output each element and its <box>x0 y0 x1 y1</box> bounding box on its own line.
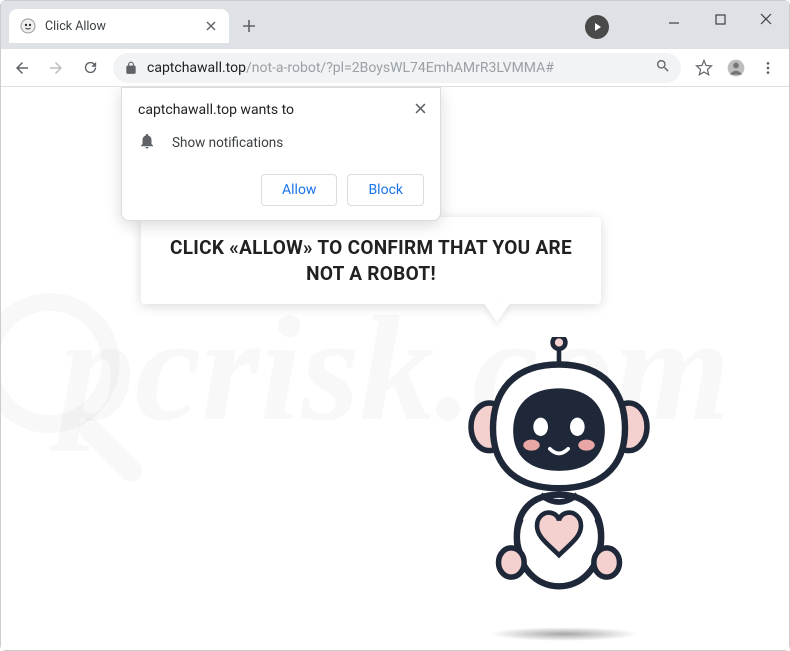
allow-button[interactable]: Allow <box>261 174 337 206</box>
tab-close-icon[interactable] <box>203 18 219 34</box>
kebab-menu-icon[interactable] <box>753 53 783 83</box>
window-close-button[interactable] <box>743 1 789 37</box>
nav-reload-button[interactable] <box>75 53 105 83</box>
bookmark-star-icon[interactable] <box>689 53 719 83</box>
window-titlebar: Click Allow <box>1 1 789 49</box>
url-text: captchawall.top/not-a-robot/?pl=2BoysWL7… <box>147 60 647 76</box>
permission-label: Show notifications <box>172 135 283 151</box>
browser-tab-active[interactable]: Click Allow <box>9 9 229 43</box>
bell-icon <box>138 132 156 154</box>
browser-toolbar: captchawall.top/not-a-robot/?pl=2BoysWL7… <box>1 49 789 87</box>
block-button[interactable]: Block <box>347 174 424 206</box>
robot-shadow <box>489 627 639 641</box>
new-tab-button[interactable] <box>235 12 263 40</box>
search-in-page-icon[interactable] <box>655 58 671 78</box>
lock-icon <box>123 60 139 76</box>
speech-message: CLICK «ALLOW» TO CONFIRM THAT YOU ARE NO… <box>167 235 575 286</box>
permission-row: Show notifications <box>138 132 424 154</box>
window-maximize-button[interactable] <box>697 1 743 37</box>
speech-bubble: CLICK «ALLOW» TO CONFIRM THAT YOU ARE NO… <box>141 217 601 304</box>
address-bar[interactable]: captchawall.top/not-a-robot/?pl=2BoysWL7… <box>113 53 681 83</box>
page-content: pcrisk.com captchawall.top wants to Show… <box>1 87 789 650</box>
window-controls <box>651 1 789 37</box>
media-control-icon[interactable] <box>585 15 609 39</box>
popup-origin-text: captchawall.top wants to <box>138 102 424 118</box>
tab-favicon <box>19 17 37 35</box>
nav-forward-button[interactable] <box>41 53 71 83</box>
tab-title: Click Allow <box>45 19 195 34</box>
window-minimize-button[interactable] <box>651 1 697 37</box>
robot-image <box>449 337 669 616</box>
nav-back-button[interactable] <box>7 53 37 83</box>
popup-close-icon[interactable] <box>410 98 430 118</box>
notification-permission-popup: captchawall.top wants to Show notificati… <box>121 87 441 221</box>
profile-avatar-icon[interactable] <box>721 53 751 83</box>
